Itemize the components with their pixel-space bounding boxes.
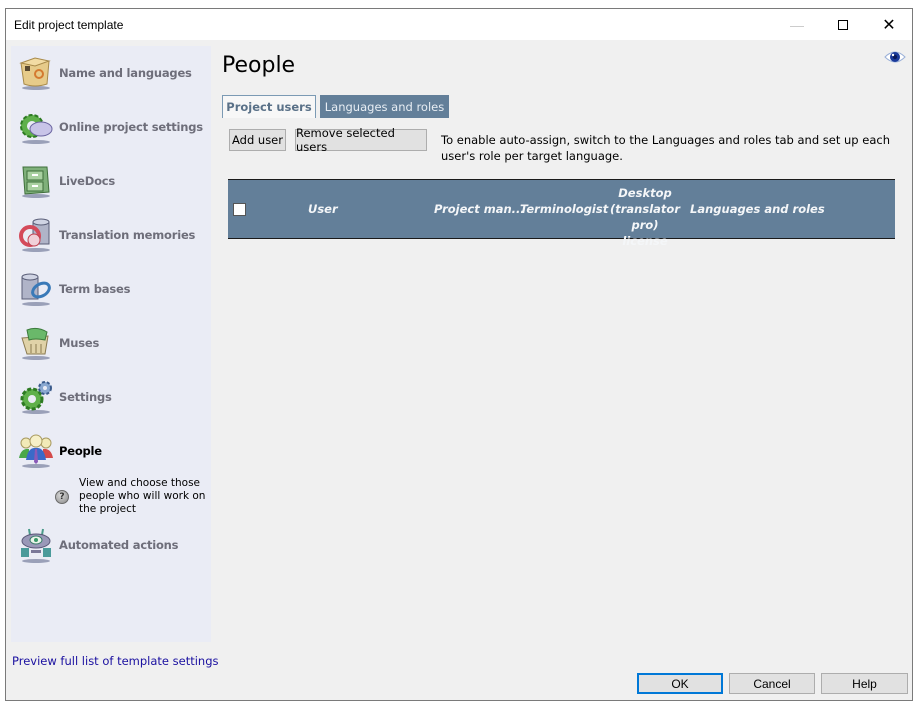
sidebar-item-label: People: [59, 444, 102, 458]
ok-button[interactable]: OK: [637, 673, 723, 694]
title-bar: Edit project template — ✕: [6, 9, 912, 40]
auto-assign-info-text: To enable auto-assign, switch to the Lan…: [441, 133, 890, 163]
sidebar: Name and languages Online project settin…: [11, 46, 211, 642]
database-tb-icon: [17, 270, 55, 308]
sidebar-item-name-and-languages[interactable]: Name and languages: [17, 54, 192, 92]
sidebar-item-livedocs[interactable]: LiveDocs: [17, 162, 115, 200]
help-icon[interactable]: ?: [55, 490, 69, 504]
edit-project-template-dialog: Edit project template — ✕ Name and langu…: [5, 8, 913, 701]
gears-icon: [17, 378, 55, 416]
add-user-button[interactable]: Add user: [229, 129, 286, 151]
help-button[interactable]: Help: [821, 673, 908, 694]
sidebar-item-muses[interactable]: Muses: [17, 324, 99, 362]
column-header-user[interactable]: User: [308, 201, 338, 217]
sidebar-item-label: Muses: [59, 336, 100, 350]
sidebar-item-translation-memories[interactable]: Translation memories: [17, 216, 195, 254]
sidebar-item-online-project-settings[interactable]: Online project settings: [17, 108, 203, 146]
minimize-icon: —: [790, 16, 804, 33]
file-cabinet-icon: [17, 162, 55, 200]
eye-icon[interactable]: [884, 50, 906, 64]
select-all-checkbox[interactable]: [233, 203, 246, 216]
muse-column-icon: [17, 324, 55, 362]
column-header-desktop-license[interactable]: Desktop (translator pro) license: [610, 185, 680, 249]
close-button[interactable]: ✕: [866, 9, 912, 40]
window-title: Edit project template: [14, 17, 124, 32]
active-item-description: View and choose those people who will wo…: [79, 477, 206, 515]
maximize-button[interactable]: [820, 9, 866, 40]
column-header-project-manager[interactable]: Project man...: [434, 201, 525, 217]
database-tm-icon: [17, 216, 55, 254]
maximize-icon: [838, 19, 848, 30]
sidebar-item-settings[interactable]: Settings: [17, 378, 112, 416]
sidebar-item-label: Term bases: [59, 282, 131, 296]
gear-cloud-icon: [17, 108, 55, 146]
tab-project-users[interactable]: Project users: [222, 95, 316, 118]
sidebar-item-label: LiveDocs: [59, 174, 116, 188]
sidebar-item-people[interactable]: People: [17, 432, 102, 470]
sidebar-item-automated-actions[interactable]: Automated actions: [17, 526, 179, 564]
column-header-languages-and-roles[interactable]: Languages and roles: [690, 201, 825, 217]
sidebar-item-label: Settings: [59, 390, 112, 404]
page-title: People: [222, 53, 296, 78]
sidebar-item-label: Online project settings: [59, 120, 203, 134]
window-controls: — ✕: [774, 9, 912, 40]
close-icon: ✕: [882, 16, 896, 34]
tab-languages-and-roles[interactable]: Languages and roles: [320, 95, 449, 118]
robot-icon: [17, 526, 55, 564]
cancel-button[interactable]: Cancel: [729, 673, 815, 694]
package-box-icon: [17, 54, 55, 92]
preview-template-settings-link[interactable]: Preview full list of template settings: [12, 654, 219, 668]
sidebar-item-term-bases[interactable]: Term bases: [17, 270, 130, 308]
users-grid-header: User Project man... Terminologist Deskto…: [228, 179, 895, 248]
people-icon: [17, 432, 55, 470]
minimize-button[interactable]: —: [774, 9, 820, 40]
remove-selected-users-button[interactable]: Remove selected users: [295, 126, 427, 154]
sidebar-item-label: Name and languages: [59, 66, 192, 80]
sidebar-item-label: Automated actions: [59, 538, 179, 552]
sidebar-item-label: Translation memories: [59, 228, 196, 242]
column-header-terminologist[interactable]: Terminologist: [520, 201, 608, 217]
